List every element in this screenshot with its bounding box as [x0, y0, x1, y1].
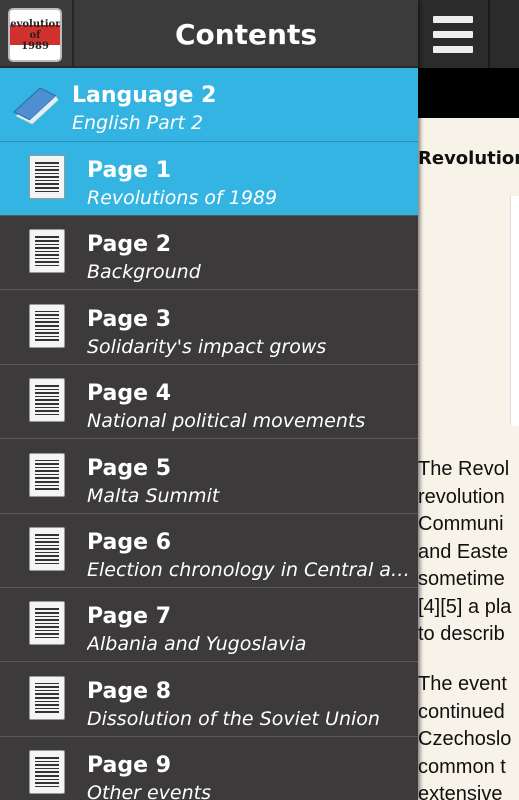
- list-item[interactable]: Page 4 National political movements: [0, 365, 418, 440]
- list-item-subtitle: Other events: [87, 782, 212, 800]
- hamburger-menu-icon: [433, 15, 473, 53]
- article-body[interactable]: Revolution The Revol revolution Communi …: [418, 118, 519, 800]
- navigation-drawer: Revolutions of 1989 Contents Language 2 …: [0, 0, 418, 800]
- list-item[interactable]: Page 9 Other events: [0, 737, 418, 800]
- document-icon: [29, 303, 65, 348]
- list-item-title: Page 2: [87, 232, 172, 258]
- list-item-subtitle: Election chronology in Central and Easte…: [87, 559, 417, 581]
- article-top-bar: [418, 0, 519, 68]
- list-item[interactable]: Page 6 Election chronology in Central and…: [0, 514, 418, 588]
- document-icon: [29, 527, 65, 571]
- list-item-subtitle: Solidarity's impact grows: [87, 335, 327, 358]
- list-item-subtitle: Albania and Yugoslavia: [87, 633, 307, 656]
- document-icon: [29, 675, 65, 720]
- article-subbar: [418, 68, 519, 118]
- drawer-title: Contents: [174, 17, 318, 51]
- list-item-title: Page 9: [87, 753, 172, 779]
- document-icon: [29, 378, 65, 423]
- list-item-subtitle: Dissolution of the Soviet Union: [87, 707, 380, 730]
- article-paragraph-1: The Revol revolution Communi and Easte s…: [418, 458, 512, 645]
- list-item[interactable]: Page 5 Malta Summit: [0, 440, 418, 514]
- article-image: [510, 196, 519, 426]
- app-logo-text: Revolutions of 1989: [10, 18, 62, 52]
- document-icon: [29, 229, 65, 274]
- list-item-subtitle: Background: [87, 261, 201, 284]
- list-item-title: Page 3: [87, 306, 172, 332]
- book-icon: [13, 87, 59, 125]
- list-item-subtitle: Revolutions of 1989: [87, 187, 278, 209]
- list-item-title: Page 1: [87, 158, 172, 183]
- list-item-subtitle: National political movements: [87, 410, 366, 433]
- document-icon: [29, 601, 65, 646]
- list-item-subtitle: Malta Summit: [87, 484, 220, 507]
- article-paragraph-2: The event continued Czechoslo common t e…: [418, 673, 512, 800]
- list-item[interactable]: Page 3 Solidarity's impact grows: [0, 291, 418, 365]
- list-item[interactable]: Page 1 Revolutions of 1989: [0, 142, 418, 216]
- list-item-title: Page 5: [87, 455, 172, 481]
- document-icon: [29, 452, 65, 497]
- list-item-title: Page 7: [87, 604, 172, 630]
- group-subtitle: English Part 2: [72, 112, 204, 134]
- document-icon: [29, 155, 65, 199]
- menu-button[interactable]: [418, 0, 490, 68]
- list-item-title: Page 8: [87, 678, 172, 704]
- group-title: Language 2: [72, 83, 217, 108]
- article-title: Revolution: [418, 148, 519, 169]
- document-icon: [29, 750, 65, 795]
- app-logo[interactable]: Revolutions of 1989: [8, 8, 62, 62]
- list-item[interactable]: Page 7 Albania and Yugoslavia: [0, 588, 418, 663]
- drawer-header: Revolutions of 1989 Contents: [0, 0, 418, 68]
- list-item-title: Page 6: [87, 530, 172, 555]
- list-item-title: Page 4: [87, 381, 172, 407]
- list-item[interactable]: Page 8 Dissolution of the Soviet Union: [0, 663, 418, 737]
- article-panel: Revolution The Revol revolution Communi …: [418, 0, 519, 800]
- list-item[interactable]: Page 2 Background: [0, 216, 418, 291]
